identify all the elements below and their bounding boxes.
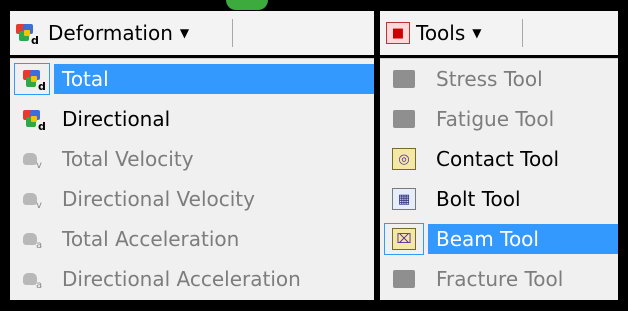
menu-item-label: Beam Tool: [428, 224, 618, 254]
menu-item-label: Directional: [62, 107, 171, 131]
menu-item-label: Directional Acceleration: [62, 267, 301, 291]
deformation-button-label: Deformation: [48, 21, 173, 45]
folder-icon: [393, 70, 415, 88]
menu-item-bolt-tool[interactable]: ▦ Bolt Tool: [380, 179, 618, 219]
menu-item-label: Stress Tool: [436, 67, 543, 91]
menu-item-label: Fatigue Tool: [436, 107, 555, 131]
green-shape-decoration: [226, 0, 268, 10]
chevron-down-icon: ▼: [179, 26, 190, 40]
deformation-toolbar: d Deformation ▼: [10, 11, 374, 55]
menu-item-total-velocity[interactable]: v Total Velocity: [10, 139, 374, 179]
menu-item-total-acceleration[interactable]: a Total Acceleration: [10, 219, 374, 259]
menu-item-label: Fracture Tool: [436, 267, 564, 291]
folder-icon: [393, 270, 415, 288]
velocity-icon: v: [23, 151, 42, 171]
menu-item-directional-velocity[interactable]: v Directional Velocity: [10, 179, 374, 219]
toolbar-separator: [232, 19, 233, 47]
menu-item-label: Directional Velocity: [62, 187, 255, 211]
tools-button-label: Tools: [416, 21, 466, 45]
folder-icon: [393, 110, 415, 128]
acceleration-icon: a: [23, 231, 42, 251]
menu-item-beam-tool[interactable]: ⌧ Beam Tool: [380, 219, 618, 259]
menu-item-label: Total: [54, 64, 374, 94]
deformation-dropdown-button[interactable]: d Deformation ▼: [16, 11, 189, 55]
menu-item-total[interactable]: d Total: [10, 59, 374, 99]
tools-dropdown-button[interactable]: ■ Tools ▼: [386, 11, 482, 55]
tools-icon: ■: [386, 22, 410, 44]
tools-toolbar: ■ Tools ▼: [380, 11, 618, 55]
acceleration-icon: a: [23, 271, 42, 291]
menu-item-label: Bolt Tool: [436, 187, 521, 211]
tools-menu: Stress Tool Fatigue Tool ◎ Contact Tool …: [380, 58, 618, 300]
deformation-cube-icon: d: [23, 70, 46, 93]
menu-item-directional[interactable]: d Directional: [10, 99, 374, 139]
toolbar-separator: [522, 19, 523, 47]
menu-item-label: Total Acceleration: [62, 227, 240, 251]
menu-item-fatigue-tool[interactable]: Fatigue Tool: [380, 99, 618, 139]
contact-tool-icon: ◎: [392, 148, 416, 170]
chevron-down-icon: ▼: [472, 26, 482, 40]
menu-item-fracture-tool[interactable]: Fracture Tool: [380, 259, 618, 299]
bolt-tool-icon: ▦: [392, 188, 416, 210]
deformation-menu: d Total d Directional v Total Velocity v…: [10, 58, 374, 300]
menu-item-label: Total Velocity: [62, 147, 194, 171]
menu-item-contact-tool[interactable]: ◎ Contact Tool: [380, 139, 618, 179]
velocity-icon: v: [23, 191, 42, 211]
menu-item-stress-tool[interactable]: Stress Tool: [380, 59, 618, 99]
deformation-cube-icon: d: [16, 24, 39, 47]
menu-item-directional-acceleration[interactable]: a Directional Acceleration: [10, 259, 374, 299]
deformation-cube-icon: d: [23, 110, 46, 133]
menu-item-label: Contact Tool: [436, 147, 560, 171]
